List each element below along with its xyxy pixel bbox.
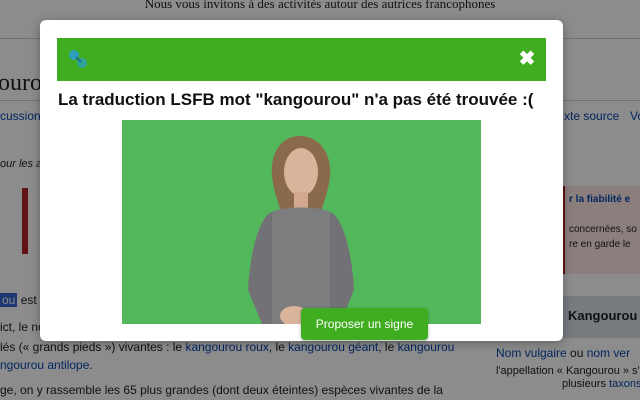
close-icon[interactable]: ✖ (516, 48, 538, 70)
modal-title: La traduction LSFB mot "kangourou" n'a p… (58, 90, 534, 109)
propose-sign-button[interactable]: Proposer un signe (301, 308, 428, 340)
sign-video[interactable] (122, 120, 481, 324)
signer-figure (122, 120, 481, 324)
translation-modal: ✖ La traduction LSFB mot "kangourou" n'a… (40, 20, 563, 341)
sign-language-logo-icon (69, 50, 87, 68)
modal-header: ✖ (57, 38, 546, 81)
